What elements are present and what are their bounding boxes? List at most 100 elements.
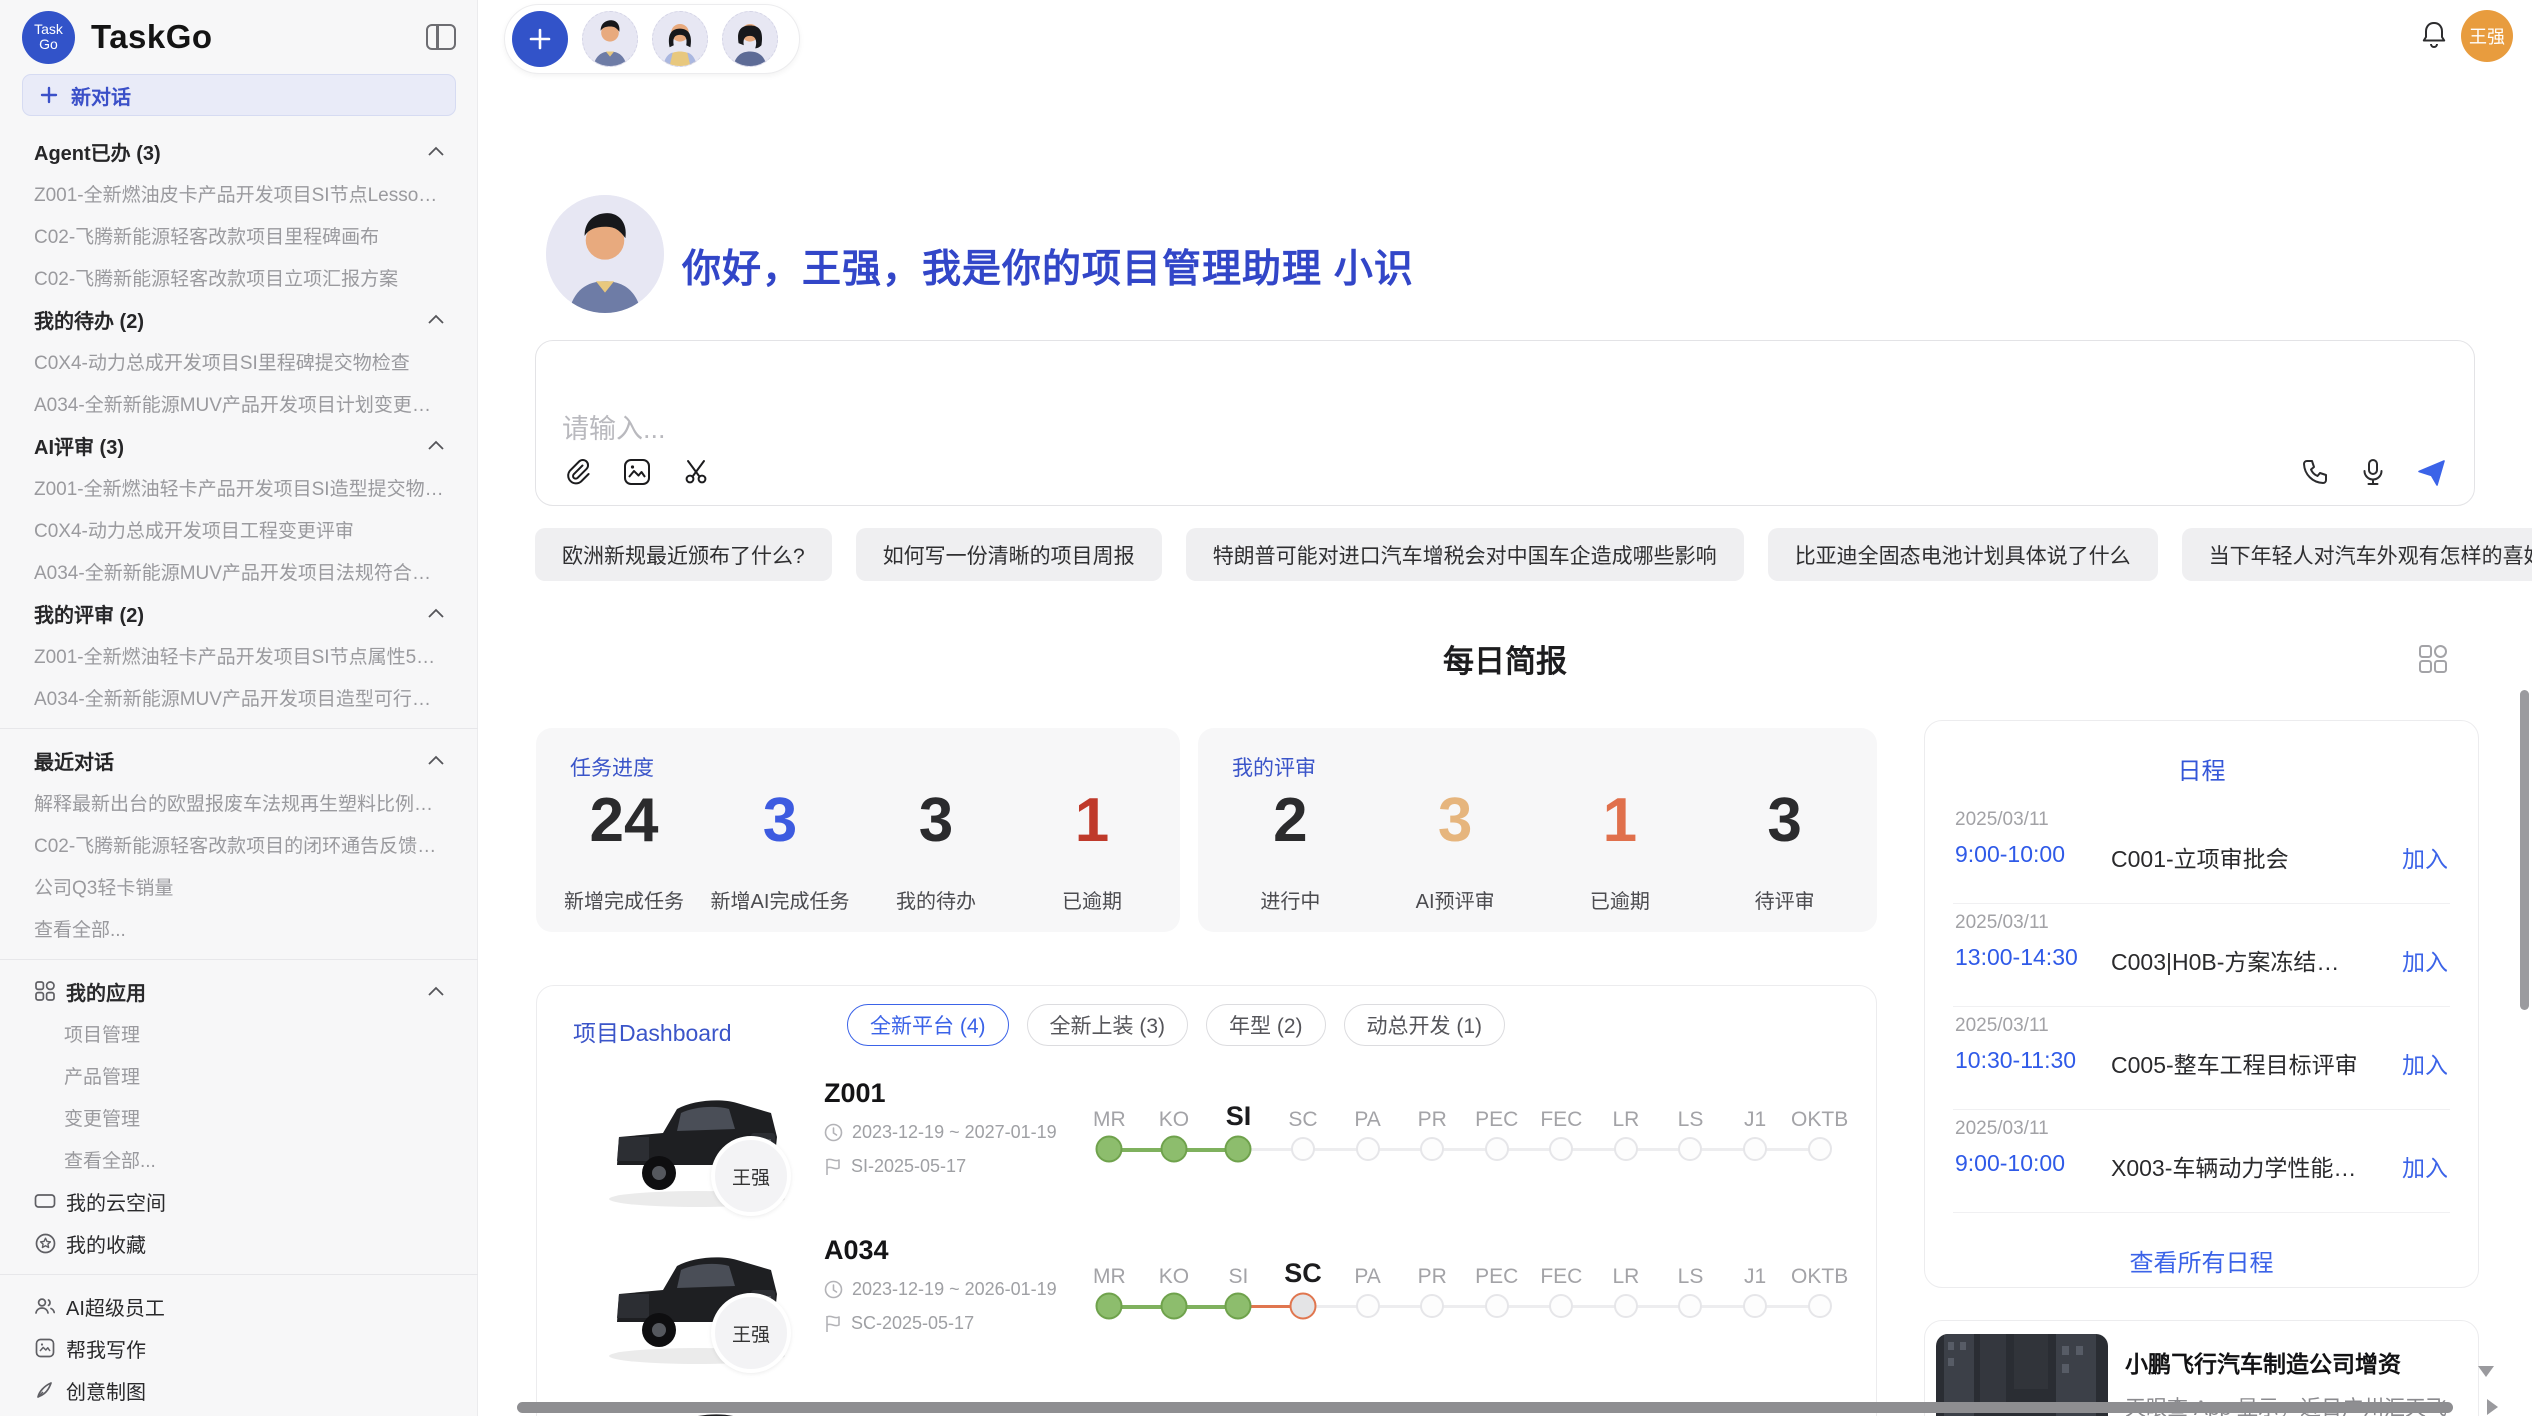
scroll-right-arrow-icon[interactable] — [2487, 1399, 2498, 1415]
milestone-label: PEC — [1464, 1266, 1529, 1287]
section-header-my-apps[interactable]: 我的应用 — [0, 970, 478, 1012]
app-item-project-mgmt[interactable]: 项目管理 — [0, 1012, 478, 1054]
horizontal-scrollbar[interactable] — [517, 1402, 2453, 1413]
sidebar-item-creative-draw[interactable]: 创意制图 — [0, 1369, 478, 1411]
milestone-timeline: MRKOSISCPAPRPECFECLRLSJ1OKTB — [1077, 1084, 1852, 1180]
event-title: C003|H0B-方案冻结评审 — [2111, 943, 2361, 977]
section-header-my-todo[interactable]: 我的待办 (2) — [0, 298, 478, 340]
project-row[interactable]: 王强 Z001 2023-12-19 ~ 2027-01-19 SI-2025-… — [537, 1074, 1878, 1224]
assistant-avatar-2[interactable] — [652, 11, 708, 67]
clock-icon — [824, 1280, 843, 1299]
sidebar-item-cloud-space[interactable]: 我的云空间 — [0, 1180, 478, 1222]
attach-icon[interactable] — [562, 457, 594, 489]
milestone-dot — [1464, 1292, 1529, 1320]
news-title: 小鹏飞行汽车制造公司增资 — [2125, 1345, 2401, 1379]
scissors-icon[interactable] — [682, 457, 714, 489]
apps-view-all[interactable]: 查看全部... — [0, 1138, 478, 1180]
join-link[interactable]: 加入 — [2402, 1149, 2448, 1183]
section-header-recent-chats[interactable]: 最近对话 — [0, 739, 478, 781]
recent-view-all[interactable]: 查看全部... — [0, 907, 478, 949]
tab-powertrain[interactable]: 动总开发 (1) — [1344, 1004, 1506, 1046]
recent-chat-item[interactable]: 解释最新出台的欧盟报废车法规再生塑料比例被调至15%... — [0, 781, 478, 823]
section-header-my-review[interactable]: 我的评审 (2) — [0, 592, 478, 634]
app-item-product-mgmt[interactable]: 产品管理 — [0, 1054, 478, 1096]
send-icon[interactable] — [2416, 457, 2448, 489]
schedule-event: 2025/03/11 9:00-10:00 C001-立项审批会 加入 — [1953, 809, 2450, 905]
composer-right-tools — [2300, 457, 2448, 489]
milestone-label: MR — [1077, 1109, 1142, 1130]
suggestion-chip[interactable]: 特朗普可能对进口汽车增税会对中国车企造成哪些影响 — [1186, 528, 1744, 581]
suggestion-chip[interactable]: 当下年轻人对汽车外观有怎样的喜好趋势 — [2182, 528, 2532, 581]
sidebar-item[interactable]: Z001-全新燃油皮卡产品开发项目SI节点Lesson Learn报告 — [0, 172, 478, 214]
schedule-title: 日程 — [1925, 751, 2478, 786]
recent-chat-item[interactable]: 公司Q3轻卡销量 — [0, 865, 478, 907]
layout-grid-icon[interactable] — [2418, 644, 2450, 676]
sidebar-item-ai-staff[interactable]: AI超级员工 — [0, 1285, 478, 1327]
project-row[interactable]: 王强 A034 2023-12-19 ~ 2026-01-19 SC-2025-… — [537, 1231, 1878, 1381]
image-icon[interactable] — [622, 457, 654, 489]
sidebar-item-favorites[interactable]: 我的收藏 — [0, 1222, 478, 1264]
milestone-dot — [1723, 1135, 1788, 1163]
milestone-label: OKTB — [1787, 1266, 1852, 1287]
daily-briefing-title: 每日简报 — [535, 636, 2475, 681]
vertical-scrollbar[interactable] — [2520, 690, 2529, 1010]
card-title: 任务进度 — [570, 752, 654, 782]
logo-row: Task Go TaskGo — [22, 10, 456, 64]
milestone-dot — [1077, 1135, 1142, 1163]
sidebar-item-help-write[interactable]: 帮我写作 — [0, 1327, 478, 1369]
new-chat-button[interactable]: 新对话 — [22, 74, 456, 116]
sidebar-item[interactable]: Z001-全新燃油轻卡产品开发项目SI造型提交物评审 — [0, 466, 478, 508]
phone-icon[interactable] — [2300, 457, 2332, 489]
tab-year-model[interactable]: 年型 (2) — [1206, 1004, 1326, 1046]
scroll-down-arrow-icon[interactable] — [2478, 1366, 2494, 1377]
add-assistant-button[interactable] — [512, 11, 568, 67]
app-item-change-mgmt[interactable]: 变更管理 — [0, 1096, 478, 1138]
clock-icon — [824, 1123, 843, 1142]
notifications-bell-icon[interactable] — [2418, 18, 2452, 52]
chevron-up-icon — [428, 146, 444, 156]
user-avatar[interactable]: 王强 — [2461, 10, 2513, 62]
sidebar-item[interactable]: A034-全新新能源MUV产品开发项目计划变更类编写 — [0, 382, 478, 424]
sidebar-item[interactable]: C02-飞腾新能源轻客改款项目立项汇报方案 — [0, 256, 478, 298]
project-flag-milestone: SI-2025-05-17 — [824, 1156, 966, 1177]
suggestion-chip[interactable]: 比亚迪全固态电池计划具体说了什么 — [1768, 528, 2158, 581]
chat-input-box[interactable]: 请输入... — [535, 340, 2475, 506]
join-link[interactable]: 加入 — [2402, 1046, 2448, 1080]
assistant-avatar-3[interactable] — [722, 11, 778, 67]
divider — [1953, 1212, 2450, 1213]
section-header-agent-done[interactable]: Agent已办 (3) — [0, 130, 478, 172]
recent-chat-item[interactable]: C02-飞腾新能源轻客改款项目的闭环通告反馈情况 — [0, 823, 478, 865]
tab-new-platform[interactable]: 全新平台 (4) — [847, 1004, 1009, 1046]
mic-icon[interactable] — [2358, 457, 2390, 489]
milestone-label: LS — [1658, 1266, 1723, 1287]
people-icon — [34, 1295, 56, 1317]
join-link[interactable]: 加入 — [2402, 840, 2448, 874]
milestone-dot — [1335, 1135, 1400, 1163]
tab-new-body[interactable]: 全新上装 (3) — [1027, 1004, 1189, 1046]
project-name: A034 — [824, 1235, 889, 1266]
view-all-schedule-link[interactable]: 查看所有日程 — [1925, 1243, 2478, 1278]
sidebar-item[interactable]: C0X4-动力总成开发项目SI里程碑提交物检查 — [0, 340, 478, 382]
milestone-dot — [1658, 1135, 1723, 1163]
new-chat-label: 新对话 — [71, 81, 131, 110]
suggestion-chip[interactable]: 欧洲新规最近颁布了什么? — [535, 528, 832, 581]
stat: 1已逾期 — [1538, 786, 1703, 914]
sidebar-item[interactable]: C02-飞腾新能源轻客改款项目里程碑画布 — [0, 214, 478, 256]
sidebar-collapse-icon[interactable] — [426, 24, 456, 50]
stat: 2进行中 — [1208, 786, 1373, 914]
section-header-ai-review[interactable]: AI评审 (3) — [0, 424, 478, 466]
milestone-label: J1 — [1723, 1109, 1788, 1130]
milestone-label: LR — [1594, 1109, 1659, 1130]
assistant-avatar-1[interactable] — [582, 11, 638, 67]
join-link[interactable]: 加入 — [2402, 943, 2448, 977]
sidebar-item[interactable]: C0X4-动力总成开发项目工程变更评审 — [0, 508, 478, 550]
milestone-label: LR — [1594, 1266, 1659, 1287]
suggestion-chip[interactable]: 如何写一份清晰的项目周报 — [856, 528, 1162, 581]
project-owner-badge: 王强 — [711, 1293, 791, 1373]
sidebar-item[interactable]: A034-全新新能源MUV产品开发项目造型可行性评审 — [0, 676, 478, 718]
sidebar-item[interactable]: Z001-全新燃油轻卡产品开发项目SI节点属性5D文件评审 — [0, 634, 478, 676]
sidebar-item[interactable]: A034-全新新能源MUV产品开发项目法规符合性评审 — [0, 550, 478, 592]
project-owner-badge: 王强 — [711, 1136, 791, 1216]
event-date: 2025/03/11 — [1955, 912, 2049, 934]
schedule-card: 日程 2025/03/11 9:00-10:00 C001-立项审批会 加入 2… — [1924, 720, 2479, 1288]
